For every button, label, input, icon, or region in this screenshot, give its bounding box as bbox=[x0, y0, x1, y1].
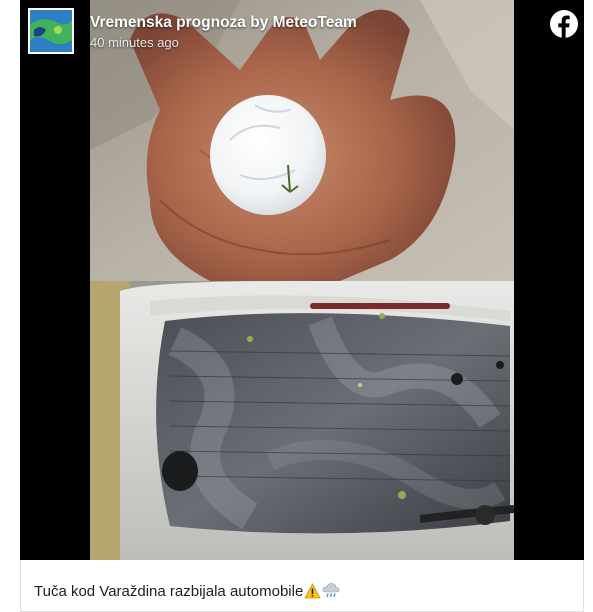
meteoteam-logo-icon[interactable] bbox=[28, 8, 74, 54]
post-timestamp[interactable]: 40 minutes ago bbox=[90, 35, 179, 50]
post-header: Vremenska prognoza by MeteoTeam 40 minut… bbox=[28, 8, 578, 58]
post-media[interactable]: Vremenska prognoza by MeteoTeam 40 minut… bbox=[20, 0, 584, 560]
cloud-with-rain-emoji-icon bbox=[322, 582, 340, 603]
warning-emoji-icon bbox=[304, 583, 321, 603]
facebook-icon[interactable] bbox=[550, 10, 578, 38]
caption-text: Tuča kod Varaždina razbijala automobile bbox=[34, 583, 304, 600]
page-name-link[interactable]: Vremenska prognoza by MeteoTeam bbox=[90, 14, 357, 32]
facebook-post-embed: Vremenska prognoza by MeteoTeam 40 minut… bbox=[20, 0, 584, 612]
post-caption: Tuča kod Varaždina razbijala automobile bbox=[34, 582, 340, 603]
post-caption-box: Tuča kod Varaždina razbijala automobile bbox=[20, 560, 584, 612]
shattered-car-rear-window-photo[interactable] bbox=[90, 281, 514, 560]
